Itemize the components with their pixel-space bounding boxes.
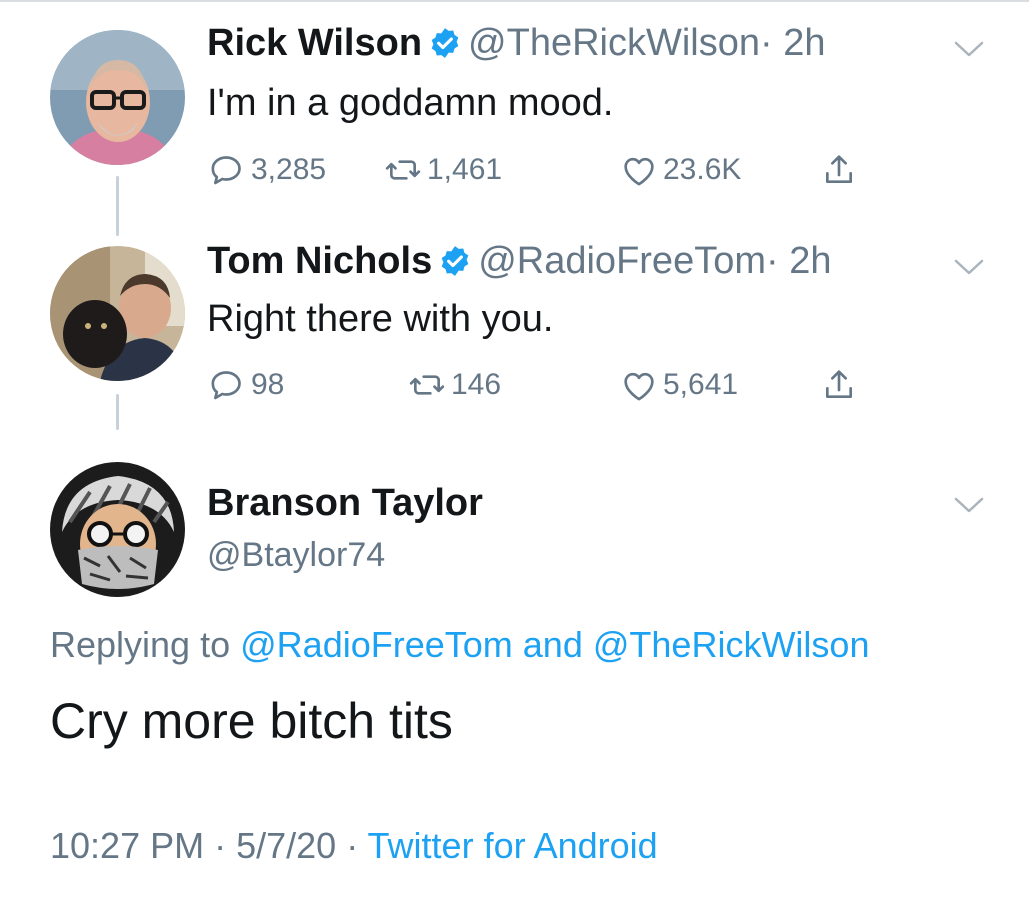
tweet-header-tom: Tom Nichols @RadioFreeTom· 2h xyxy=(207,240,831,283)
replying-to: Replying to @RadioFreeTom and @TheRickWi… xyxy=(50,624,869,666)
display-name[interactable]: Rick Wilson xyxy=(207,22,422,64)
tweet-time: 10:27 PM xyxy=(50,825,205,866)
chevron-down-icon[interactable] xyxy=(952,256,986,278)
share-icon xyxy=(826,370,852,398)
reply-icon xyxy=(211,156,241,185)
retweet-count: 1,461 xyxy=(427,153,503,186)
like-count: 5,641 xyxy=(663,368,739,401)
like-button[interactable]: 23.6K xyxy=(619,150,741,190)
avatar-tom-nichols[interactable] xyxy=(50,246,185,381)
chevron-down-icon[interactable] xyxy=(952,38,986,60)
timestamp: · 2h xyxy=(766,240,832,282)
tweet-actions: 3,285 1,461 23.6K xyxy=(207,150,867,190)
reply-mention-link[interactable]: @TheRickWilson xyxy=(593,624,870,665)
share-button[interactable] xyxy=(819,150,863,190)
retweet-button[interactable]: 146 xyxy=(407,365,501,405)
verified-badge-icon xyxy=(428,26,462,60)
top-divider xyxy=(0,0,1029,2)
retweet-icon xyxy=(409,375,445,395)
handle[interactable]: @RadioFreeTom xyxy=(478,240,766,282)
reply-conjunction: and xyxy=(522,624,583,665)
like-icon xyxy=(624,372,654,401)
reply-mention-link[interactable]: @RadioFreeTom xyxy=(240,624,513,665)
display-name[interactable]: Tom Nichols xyxy=(207,240,432,282)
chevron-down-icon[interactable] xyxy=(952,494,986,516)
reply-button[interactable]: 98 xyxy=(207,365,284,405)
tweet-text: Cry more bitch tits xyxy=(50,693,453,749)
display-name[interactable]: Branson Taylor xyxy=(207,482,483,525)
share-button[interactable] xyxy=(819,365,863,405)
like-count: 23.6K xyxy=(663,153,742,186)
reply-count: 3,285 xyxy=(251,153,327,186)
tweet-text: I'm in a goddamn mood. xyxy=(207,82,614,124)
thread-connector xyxy=(116,176,119,236)
avatar-rick-wilson[interactable] xyxy=(50,30,185,165)
handle[interactable]: @TheRickWilson xyxy=(468,22,760,64)
tweet-meta: 10:27 PM · 5/7/20 · Twitter for Android xyxy=(50,825,658,867)
retweet-button[interactable]: 1,461 xyxy=(383,150,502,190)
verified-badge-icon xyxy=(438,244,472,278)
like-button[interactable]: 5,641 xyxy=(619,365,738,405)
retweet-count: 146 xyxy=(451,368,502,401)
reply-count: 98 xyxy=(251,368,285,401)
retweet-icon xyxy=(385,160,421,180)
tweet-date: · 5/7/20 · xyxy=(214,825,359,866)
reply-icon xyxy=(211,371,241,400)
timestamp: · 2h xyxy=(760,22,826,64)
tweet-text: Right there with you. xyxy=(207,298,554,340)
tweet-actions: 98 146 5,641 xyxy=(207,365,867,405)
reply-button[interactable]: 3,285 xyxy=(207,150,326,190)
tweet-header-rick: Rick Wilson @TheRickWilson· 2h xyxy=(207,22,825,65)
handle[interactable]: @Btaylor74 xyxy=(207,536,385,575)
tweet-source-link[interactable]: Twitter for Android xyxy=(368,825,658,866)
like-icon xyxy=(624,157,654,186)
avatar-branson-taylor[interactable] xyxy=(50,462,185,597)
share-icon xyxy=(826,155,852,183)
replying-prefix: Replying to xyxy=(50,624,231,665)
thread-connector xyxy=(116,394,119,430)
